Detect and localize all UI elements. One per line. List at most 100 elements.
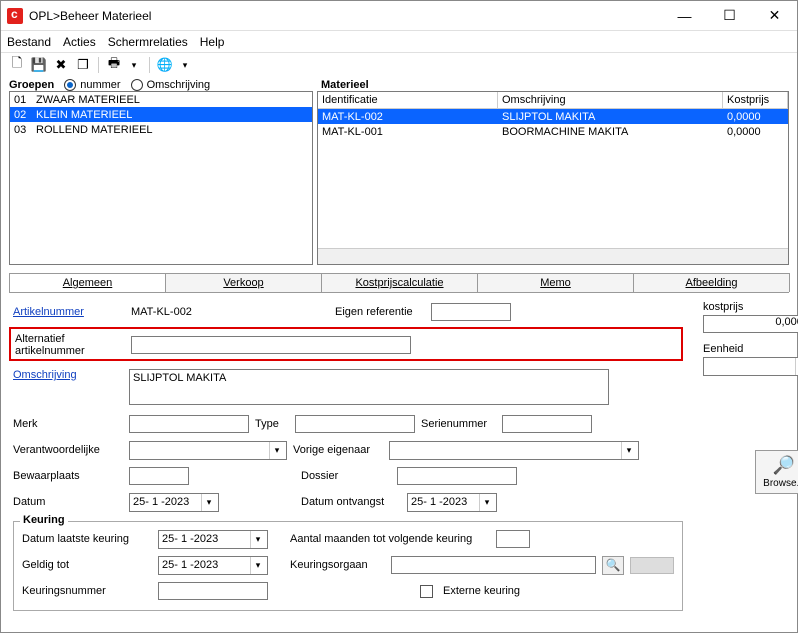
keuringsnummer-input[interactable] [158, 582, 268, 600]
alternatief-label-1: Alternatief [15, 333, 65, 345]
list-headers-row: Groepen nummer Omschrijving Materieel [1, 79, 797, 91]
eigen-referentie-input[interactable] [431, 303, 511, 321]
eenheid-combo[interactable]: ▾ [703, 357, 798, 376]
tab-algemeen[interactable]: Algemeen [9, 273, 166, 292]
serienummer-label: Serienummer [421, 418, 496, 430]
horizontal-scrollbar[interactable] [318, 248, 788, 264]
globe-icon[interactable]: 🌐 [155, 55, 175, 75]
aantal-maanden-input[interactable] [496, 530, 530, 548]
serienummer-input[interactable] [502, 415, 592, 433]
omschrijving-input[interactable]: SLIJPTOL MAKITA [129, 369, 609, 405]
menu-schermrelaties[interactable]: Schermrelaties [108, 35, 188, 49]
materieel-label: Materieel [321, 79, 369, 91]
form-area: Artikelnummer MAT-KL-002 Eigen referenti… [1, 293, 797, 619]
aantal-maanden-label: Aantal maanden tot volgende keuring [290, 533, 490, 545]
print-dropdown-icon[interactable]: ▾ [124, 55, 144, 75]
delete-icon[interactable]: ✖ [51, 55, 71, 75]
bewaarplaats-input[interactable] [129, 467, 189, 485]
chevron-down-icon: ▾ [479, 494, 494, 511]
alternatief-input[interactable] [131, 336, 411, 354]
eenheid-label: Eenheid [703, 343, 743, 355]
chevron-down-icon: ▾ [250, 531, 265, 548]
type-input[interactable] [295, 415, 415, 433]
binoculars-icon[interactable]: 🔍 [602, 556, 624, 575]
verantwoordelijke-combo[interactable]: ▾ [129, 441, 287, 460]
laatste-keuring-picker[interactable]: 25- 1 -2023 ▾ [158, 530, 268, 549]
dossier-label: Dossier [301, 470, 391, 482]
menu-bestand[interactable]: Bestand [7, 35, 51, 49]
tab-memo[interactable]: Memo [477, 273, 634, 292]
cell-ident: MAT-KL-001 [318, 126, 498, 138]
maximize-button[interactable]: ☐ [707, 1, 752, 31]
externe-keuring-checkbox[interactable] [420, 585, 433, 598]
group-label: ROLLEND MATERIEEL [32, 124, 157, 136]
chevron-down-icon: ▾ [250, 557, 265, 574]
type-label: Type [255, 418, 289, 430]
col-kostprijs[interactable]: Kostprijs [723, 92, 788, 108]
col-identificatie[interactable]: Identificatie [318, 92, 498, 108]
globe-dropdown-icon[interactable]: ▾ [175, 55, 195, 75]
geldig-tot-picker[interactable]: 25- 1 -2023 ▾ [158, 556, 268, 575]
window-controls: — ☐ ✕ [662, 1, 797, 31]
list-row[interactable]: 02 KLEIN MATERIEEL [10, 107, 312, 122]
tab-afbeelding[interactable]: Afbeelding [633, 273, 790, 292]
cell-omschr: SLIJPTOL MAKITA [498, 111, 723, 123]
keuringsorgaan-input[interactable] [391, 556, 596, 574]
minimize-button[interactable]: — [662, 1, 707, 31]
radio-omschrijving-label: Omschrijving [147, 79, 211, 91]
copy-icon[interactable]: ❐ [73, 55, 93, 75]
menu-acties[interactable]: Acties [63, 35, 96, 49]
cell-ident: MAT-KL-002 [318, 111, 498, 123]
close-button[interactable]: ✕ [752, 1, 797, 31]
browse-button[interactable]: 🔎 Browse... [755, 450, 798, 494]
dossier-input[interactable] [397, 467, 517, 485]
groepen-list[interactable]: 01 ZWAAR MATERIEEL 02 KLEIN MATERIEEL 03… [9, 91, 313, 265]
vorige-eigenaar-label: Vorige eigenaar [293, 444, 383, 456]
geldig-tot-label: Geldig tot [22, 559, 152, 571]
merk-input[interactable] [129, 415, 249, 433]
radio-icon [131, 79, 143, 91]
radio-icon [64, 79, 76, 91]
highlight-alternatief: Alternatief artikelnummer [9, 327, 683, 361]
merk-label: Merk [13, 418, 123, 430]
eigen-referentie-label: Eigen referentie [335, 306, 425, 318]
tab-kostprijs[interactable]: Kostprijscalculatie [321, 273, 478, 292]
list-row[interactable]: 03 ROLLEND MATERIEEL [10, 122, 312, 137]
vorige-eigenaar-combo[interactable]: ▾ [389, 441, 639, 460]
radio-nummer[interactable]: nummer [64, 79, 120, 91]
app-icon [7, 8, 23, 24]
tab-verkoop[interactable]: Verkoop [165, 273, 322, 292]
alternatief-label-2: artikelnummer [15, 345, 85, 357]
datum-ontvangst-label: Datum ontvangst [301, 496, 401, 508]
save-icon[interactable]: 💾 [29, 55, 49, 75]
datum-ontvangst-picker[interactable]: 25- 1 -2023 ▾ [407, 493, 497, 512]
list-row[interactable]: 01 ZWAAR MATERIEEL [10, 92, 312, 107]
keuring-fieldset: Keuring Datum laatste keuring 25- 1 -202… [13, 521, 683, 611]
cell-omschr: BOORMACHINE MAKITA [498, 126, 723, 138]
kostprijs-input[interactable]: 0,0000 [703, 315, 798, 333]
group-code: 03 [10, 124, 32, 136]
col-omschrijving[interactable]: Omschrijving [498, 92, 723, 108]
cell-kost: 0,0000 [723, 111, 788, 123]
omschrijving-label[interactable]: Omschrijving [13, 369, 123, 381]
lists-area: 01 ZWAAR MATERIEEL 02 KLEIN MATERIEEL 03… [1, 91, 797, 269]
new-icon[interactable]: 🗋 [7, 55, 27, 75]
materieel-list[interactable]: Identificatie Omschrijving Kostprijs MAT… [317, 91, 789, 265]
print-icon[interactable]: 🖶 [104, 55, 124, 75]
radio-omschrijving[interactable]: Omschrijving [131, 79, 211, 91]
window-title: OPL>Beheer Materieel [29, 9, 151, 23]
menu-help[interactable]: Help [200, 35, 225, 49]
table-row[interactable]: MAT-KL-002 SLIJPTOL MAKITA 0,0000 [318, 109, 788, 124]
radio-nummer-label: nummer [80, 79, 120, 91]
bewaarplaats-label: Bewaarplaats [13, 470, 123, 482]
table-row[interactable]: MAT-KL-001 BOORMACHINE MAKITA 0,0000 [318, 124, 788, 139]
tabs: Algemeen Verkoop Kostprijscalculatie Mem… [9, 273, 789, 293]
datum-ontvangst-value: 25- 1 -2023 [411, 496, 467, 508]
datum-picker[interactable]: 25- 1 -2023 ▾ [129, 493, 219, 512]
geldig-tot-value: 25- 1 -2023 [162, 559, 218, 571]
alternatief-label: Alternatief artikelnummer [15, 333, 125, 357]
group-code: 02 [10, 109, 32, 121]
toolbar-separator [149, 57, 150, 73]
artikelnummer-label[interactable]: Artikelnummer [13, 306, 123, 318]
browse-label: Browse... [763, 478, 798, 489]
